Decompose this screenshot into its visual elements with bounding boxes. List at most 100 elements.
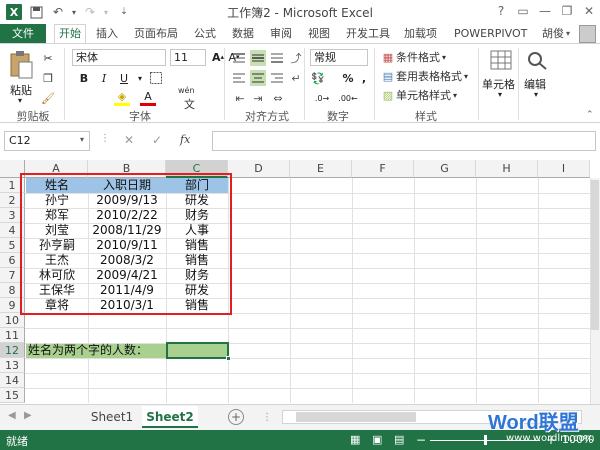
horizontal-scroll-thumb[interactable] (296, 412, 416, 422)
normal-view-icon[interactable]: ▦ (350, 433, 360, 446)
row-header[interactable]: 12 (0, 343, 25, 358)
align-bottom-icon[interactable] (270, 52, 284, 67)
name-box[interactable]: C12 (4, 131, 90, 151)
vertical-scroll-thumb[interactable] (591, 180, 599, 330)
decrease-indent-icon[interactable]: ⇤ (232, 90, 248, 106)
percent-button[interactable]: % (340, 70, 356, 86)
cells-dropdown-icon[interactable]: ▾ (498, 90, 502, 99)
font-color-button[interactable]: A (140, 88, 156, 104)
font-size-dropdown[interactable]: 11 (170, 49, 206, 66)
minimize-button[interactable]: — (534, 2, 556, 20)
comma-button[interactable]: , (356, 70, 372, 86)
tab-page-layout[interactable]: 页面布局 (130, 24, 182, 44)
number-format-dropdown[interactable]: 常规 (310, 49, 368, 66)
borders-icon[interactable] (148, 70, 164, 86)
tab-review[interactable]: 审阅 (266, 24, 296, 44)
font-name-dropdown[interactable]: 宋体 (72, 49, 166, 66)
editing-icon[interactable] (526, 50, 550, 72)
merge-center-icon[interactable]: ⇔ (270, 90, 286, 106)
tab-developer[interactable]: 开发工具 (342, 24, 394, 44)
row-header[interactable]: 10 (0, 313, 25, 328)
underline-button[interactable]: U (116, 70, 132, 86)
user-name[interactable]: 胡俊 (538, 24, 568, 44)
redo-dropdown-icon[interactable]: ▾ (98, 4, 114, 20)
row-header[interactable]: 13 (0, 358, 25, 373)
align-left-icon[interactable] (232, 72, 246, 87)
sheet-tab-sheet2[interactable]: Sheet2 (142, 406, 198, 428)
format-painter-icon[interactable]: 🖌 (40, 90, 56, 106)
editing-dropdown-icon[interactable]: ▾ (534, 90, 538, 99)
scroll-sheets-left-icon[interactable]: ◀ (8, 410, 16, 421)
paste-icon[interactable] (8, 50, 38, 82)
column-header-d[interactable]: D (228, 160, 290, 178)
sheet-tab-sheet1[interactable]: Sheet1 (82, 406, 142, 428)
tab-add-ins[interactable]: 加载项 (400, 24, 441, 44)
question-label[interactable]: 姓名为两个字的人数： (28, 343, 168, 358)
bold-button[interactable]: B (76, 70, 92, 86)
italic-button[interactable]: I (96, 70, 112, 86)
increase-decimal-icon[interactable]: .0→ (314, 90, 330, 106)
save-icon[interactable] (28, 4, 44, 20)
increase-indent-icon[interactable]: ⇥ (250, 90, 266, 106)
close-button[interactable]: ✕ (578, 2, 600, 20)
column-header-g[interactable]: G (414, 160, 476, 178)
tab-insert[interactable]: 插入 (92, 24, 122, 44)
formula-bar-resize-icon[interactable]: ⋮ (100, 133, 110, 144)
insert-function-button[interactable]: fx (180, 133, 190, 146)
zoom-out-button[interactable]: − (416, 433, 426, 447)
align-right-icon[interactable] (270, 72, 284, 87)
collapse-ribbon-icon[interactable]: ⌃ (586, 110, 594, 120)
tab-formulas[interactable]: 公式 (190, 24, 220, 44)
fill-handle[interactable] (226, 356, 231, 361)
phonetic-guide-icon[interactable]: wén (178, 86, 195, 95)
orientation-icon[interactable]: ⤴ (288, 50, 304, 66)
row-header[interactable]: 11 (0, 328, 25, 343)
name-box-dropdown-icon[interactable]: ▾ (80, 135, 84, 144)
conditional-formatting-button[interactable]: ▦ 条件格式 ▾ (380, 49, 446, 65)
zoom-slider-thumb[interactable] (484, 435, 487, 445)
align-center-icon[interactable] (250, 70, 266, 86)
scroll-sheets-right-icon[interactable]: ▶ (24, 410, 32, 421)
align-middle-icon[interactable] (250, 50, 266, 66)
row-header[interactable]: 15 (0, 388, 25, 403)
column-header-i[interactable]: I (538, 160, 590, 178)
active-cell-c12[interactable] (166, 342, 229, 359)
confirm-entry-button[interactable]: ✓ (152, 133, 162, 147)
restore-button[interactable]: ❐ (556, 2, 578, 20)
align-top-icon[interactable] (232, 52, 246, 67)
excel-app-icon[interactable]: X (6, 4, 22, 20)
row-header[interactable]: 14 (0, 373, 25, 388)
tab-powerpivot[interactable]: POWERPIVOT (450, 24, 531, 44)
fill-color-icon[interactable]: ◈ (114, 88, 130, 104)
sheet-bar-splitter-icon[interactable]: ⋮ (262, 412, 272, 423)
underline-dropdown-icon[interactable]: ▾ (132, 70, 148, 86)
wrap-text-icon[interactable]: ↵ (288, 70, 304, 86)
page-layout-view-icon[interactable]: ▣ (372, 433, 382, 446)
cancel-entry-button[interactable]: ✕ (124, 133, 134, 147)
user-dropdown-icon[interactable]: ▾ (566, 24, 570, 44)
column-header-f[interactable]: F (352, 160, 414, 178)
cells-icon[interactable] (490, 50, 514, 72)
ribbon-display-options-icon[interactable]: ▭ (512, 2, 534, 20)
file-tab[interactable]: 文件 (0, 24, 46, 44)
avatar[interactable] (579, 25, 596, 43)
format-as-table-button[interactable]: ▤ 套用表格格式 ▾ (380, 68, 468, 84)
cut-icon[interactable]: ✂ (40, 50, 56, 66)
tab-data[interactable]: 数据 (228, 24, 258, 44)
tab-home[interactable]: 开始 (54, 24, 86, 44)
new-sheet-button[interactable]: + (228, 409, 244, 425)
page-break-view-icon[interactable]: ▤ (394, 433, 404, 446)
customize-toolbar-icon[interactable]: ⇣ (116, 4, 132, 20)
column-header-e[interactable]: E (290, 160, 352, 178)
undo-dropdown-icon[interactable]: ▾ (66, 4, 82, 20)
redo-icon[interactable]: ↷ (82, 4, 98, 20)
column-header-h[interactable]: H (476, 160, 538, 178)
tab-view[interactable]: 视图 (304, 24, 334, 44)
help-button[interactable]: ? (490, 2, 512, 20)
undo-icon[interactable]: ↶ (50, 4, 66, 20)
paste-dropdown-icon[interactable]: ▾ (18, 96, 22, 105)
copy-icon[interactable]: ❐ (40, 70, 56, 86)
cell-styles-button[interactable]: ▨ 单元格样式 ▾ (380, 87, 457, 103)
accounting-format-icon[interactable]: 💱 (310, 70, 326, 86)
decrease-decimal-icon[interactable]: .00← (338, 90, 357, 106)
